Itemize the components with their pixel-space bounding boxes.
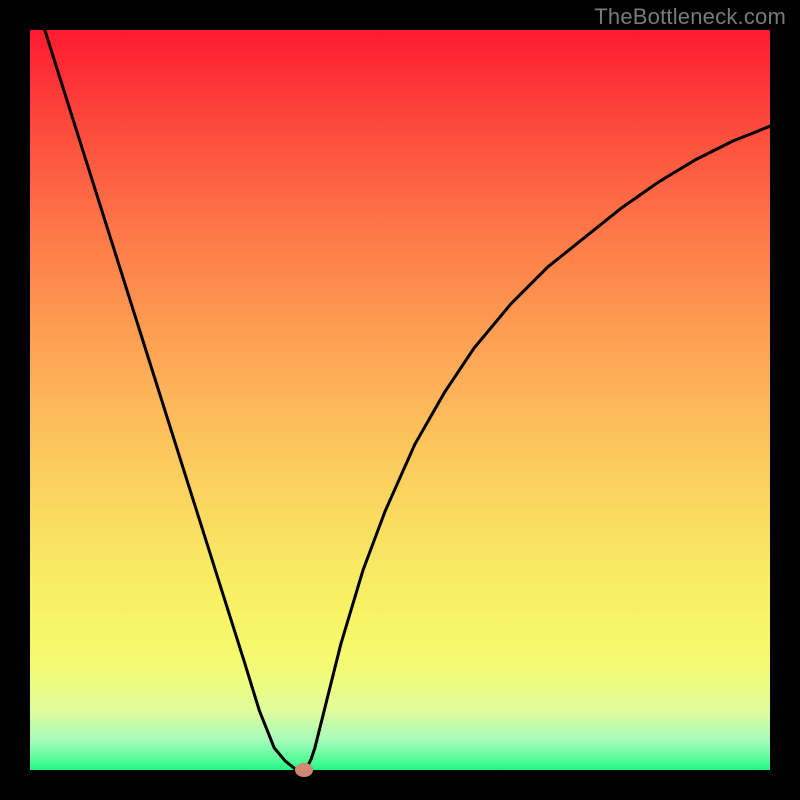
watermark-text: TheBottleneck.com <box>594 4 786 30</box>
bottleneck-curve <box>30 30 770 770</box>
chart-container: TheBottleneck.com <box>0 0 800 800</box>
optimal-point-marker <box>295 763 313 777</box>
plot-area <box>30 30 770 770</box>
